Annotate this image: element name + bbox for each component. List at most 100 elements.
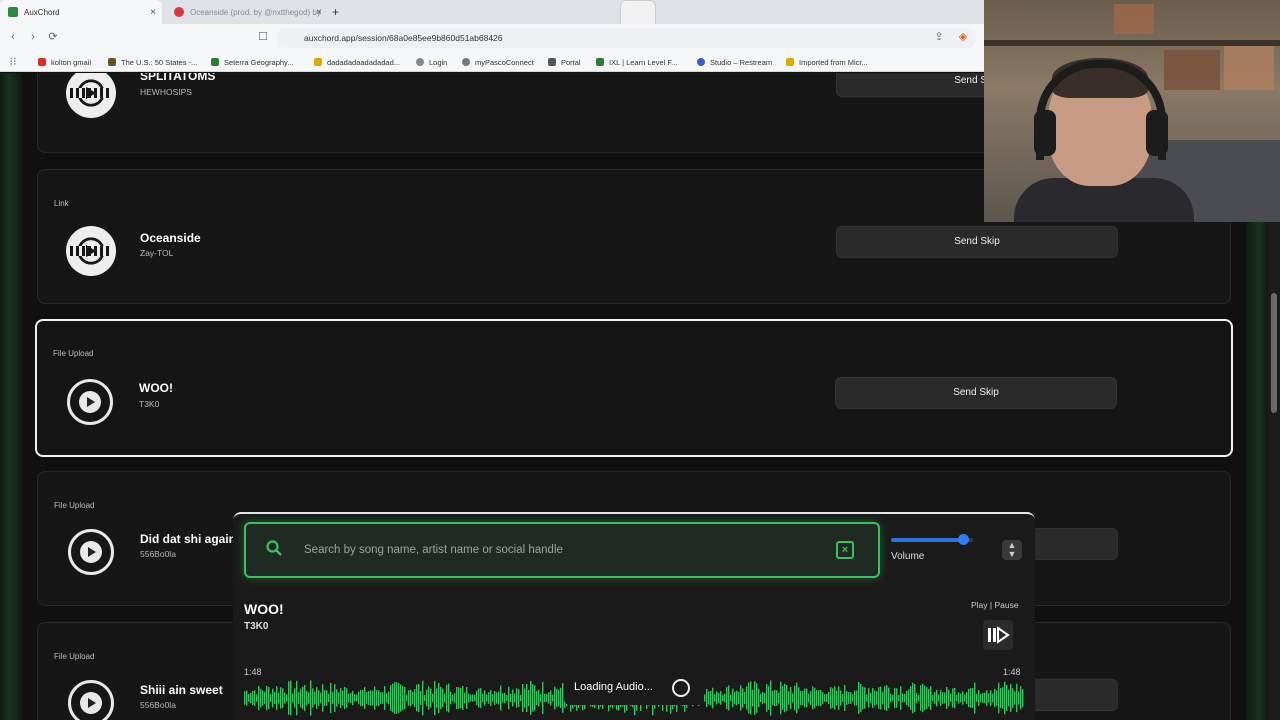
search-box: × <box>244 522 880 578</box>
bookmark-us-states[interactable]: The U.S.: 50 States -... <box>108 56 197 68</box>
waveform-bar <box>478 688 480 708</box>
song-artist: Zay-TOL <box>140 248 174 258</box>
waveform-bar <box>444 693 446 703</box>
close-tab-icon[interactable]: × <box>150 7 156 18</box>
bookmark-seterra[interactable]: Seterra Geography... <box>211 56 293 68</box>
play-ring-icon[interactable] <box>68 529 114 575</box>
waveform-bar <box>972 688 974 708</box>
player-panel: × Volume ▲▼ WOO! T3K0 Play | Pause 1:48 … <box>233 512 1035 720</box>
waveform-bar <box>524 688 526 708</box>
waveform-bar <box>992 693 994 703</box>
waveform-bar <box>386 693 388 703</box>
waveform-bar <box>288 681 290 715</box>
waveform-bar <box>422 680 424 716</box>
waveform-bar <box>440 686 442 710</box>
play-pause-button[interactable] <box>983 620 1013 650</box>
back-icon[interactable]: ‹ <box>6 30 20 44</box>
waveform-bar <box>826 693 828 703</box>
bookmark-kolton-gmail[interactable]: kolton gmail <box>38 56 91 68</box>
waveform-bar <box>482 693 484 703</box>
waveform-bar <box>500 685 502 711</box>
waveform-bar <box>980 693 982 703</box>
waveform-bar <box>426 689 428 707</box>
waveform-bar <box>780 681 782 715</box>
waveform-bar <box>710 690 712 706</box>
waveform-bar <box>778 692 780 704</box>
bookmark-login[interactable]: Login <box>416 56 447 68</box>
apps-grid-icon[interactable]: ⁝⁝ <box>6 55 20 69</box>
bookmark-portal[interactable]: Portal <box>548 56 581 68</box>
waveform-bar <box>466 687 468 709</box>
play-ring-icon[interactable] <box>67 379 113 425</box>
waveform-bar <box>978 690 980 706</box>
waveform-bar <box>918 694 920 702</box>
waveform-bar <box>436 688 438 708</box>
waveform-bar <box>772 690 774 706</box>
waveform-bar <box>990 690 992 706</box>
globe-icon <box>66 73 116 118</box>
waveform-bar <box>1014 691 1016 705</box>
bookmark-restream[interactable]: Studio – Restream <box>697 56 772 68</box>
waveform-bar <box>432 693 434 703</box>
bookmark-label: myPascoConnect <box>475 57 534 67</box>
send-skip-button[interactable]: Send Skip <box>836 226 1118 258</box>
waveform-bar <box>490 690 492 706</box>
bookmark-ixl[interactable]: IXL | Learn Level F... <box>596 56 677 68</box>
waveform-bar <box>832 688 834 708</box>
waveform-bar <box>514 693 516 703</box>
bookmark-folder[interactable]: dadadadaadadadad... <box>314 56 400 68</box>
tab-oceanside[interactable]: Oceanside (prod. by @nxtthegod) by × <box>166 0 328 24</box>
waveform-bar <box>890 693 892 703</box>
reload-icon[interactable]: ⟳ <box>46 30 60 44</box>
volume-knob[interactable] <box>958 534 970 545</box>
volume-stepper-icon[interactable]: ▲ ▼ <box>1002 540 1022 560</box>
waveform-bar <box>396 682 398 714</box>
brave-shield-icon[interactable]: ◈ <box>956 30 970 44</box>
waveform-bar <box>468 693 470 703</box>
waveform-bar <box>786 685 788 711</box>
screen: AuxChord × Oceanside (prod. by @nxtthego… <box>0 0 1280 720</box>
waveform-bar <box>998 682 1000 714</box>
song-title: Oceanside <box>140 231 201 245</box>
waveform-bar <box>862 686 864 710</box>
bookmark-star-icon[interactable]: ☐ <box>256 30 270 44</box>
forward-icon[interactable]: › <box>26 30 40 44</box>
waveform-bar <box>460 687 462 709</box>
waveform-bar <box>964 694 966 702</box>
waveform-bar <box>816 690 818 706</box>
waveform-bar <box>720 691 722 705</box>
waveform-bar <box>936 689 938 707</box>
waveform-bar <box>314 691 316 705</box>
waveform-bar <box>804 688 806 708</box>
waveform-bar <box>418 683 420 713</box>
waveform-bar <box>516 688 518 708</box>
address-bar[interactable]: auxchord.app/session/68a0e85ee9b860d51ab… <box>276 28 976 48</box>
waveform-bar <box>800 690 802 706</box>
auxchord-favicon-icon <box>8 7 18 17</box>
waveform-bar <box>860 683 862 713</box>
waveform-bar <box>540 693 542 703</box>
waveform-bar <box>788 691 790 705</box>
new-tab-button[interactable]: + <box>332 0 348 24</box>
queue-item-selected: File Upload WOO! T3K0 Send Skip <box>35 319 1233 457</box>
share-icon[interactable]: ⇪ <box>932 30 946 44</box>
scrollbar-thumb[interactable] <box>1271 293 1277 413</box>
waveform-bar <box>302 686 304 710</box>
search-input[interactable] <box>304 538 824 562</box>
bookmark-mypascoconnect[interactable]: myPascoConnect <box>462 56 534 68</box>
waveform-bar <box>766 684 768 712</box>
waveform-bar <box>300 688 302 708</box>
waveform-bar <box>246 690 248 706</box>
play-ring-icon[interactable] <box>68 680 114 720</box>
send-skip-button[interactable]: Send Skip <box>835 377 1117 409</box>
close-tab-icon[interactable]: × <box>316 7 322 18</box>
waveform-bar <box>504 692 506 704</box>
tab-auxchord[interactable]: AuxChord × <box>0 0 162 24</box>
waveform-bar <box>842 694 844 702</box>
bookmark-imported[interactable]: Imported from Micr... <box>786 56 868 68</box>
bookmark-label: Seterra Geography... <box>224 57 294 67</box>
bookmark-label: IXL | Learn Level F... <box>609 57 678 67</box>
waveform-bar <box>996 690 998 706</box>
waveform-bar <box>366 692 368 704</box>
clear-search-icon[interactable]: × <box>836 541 854 559</box>
